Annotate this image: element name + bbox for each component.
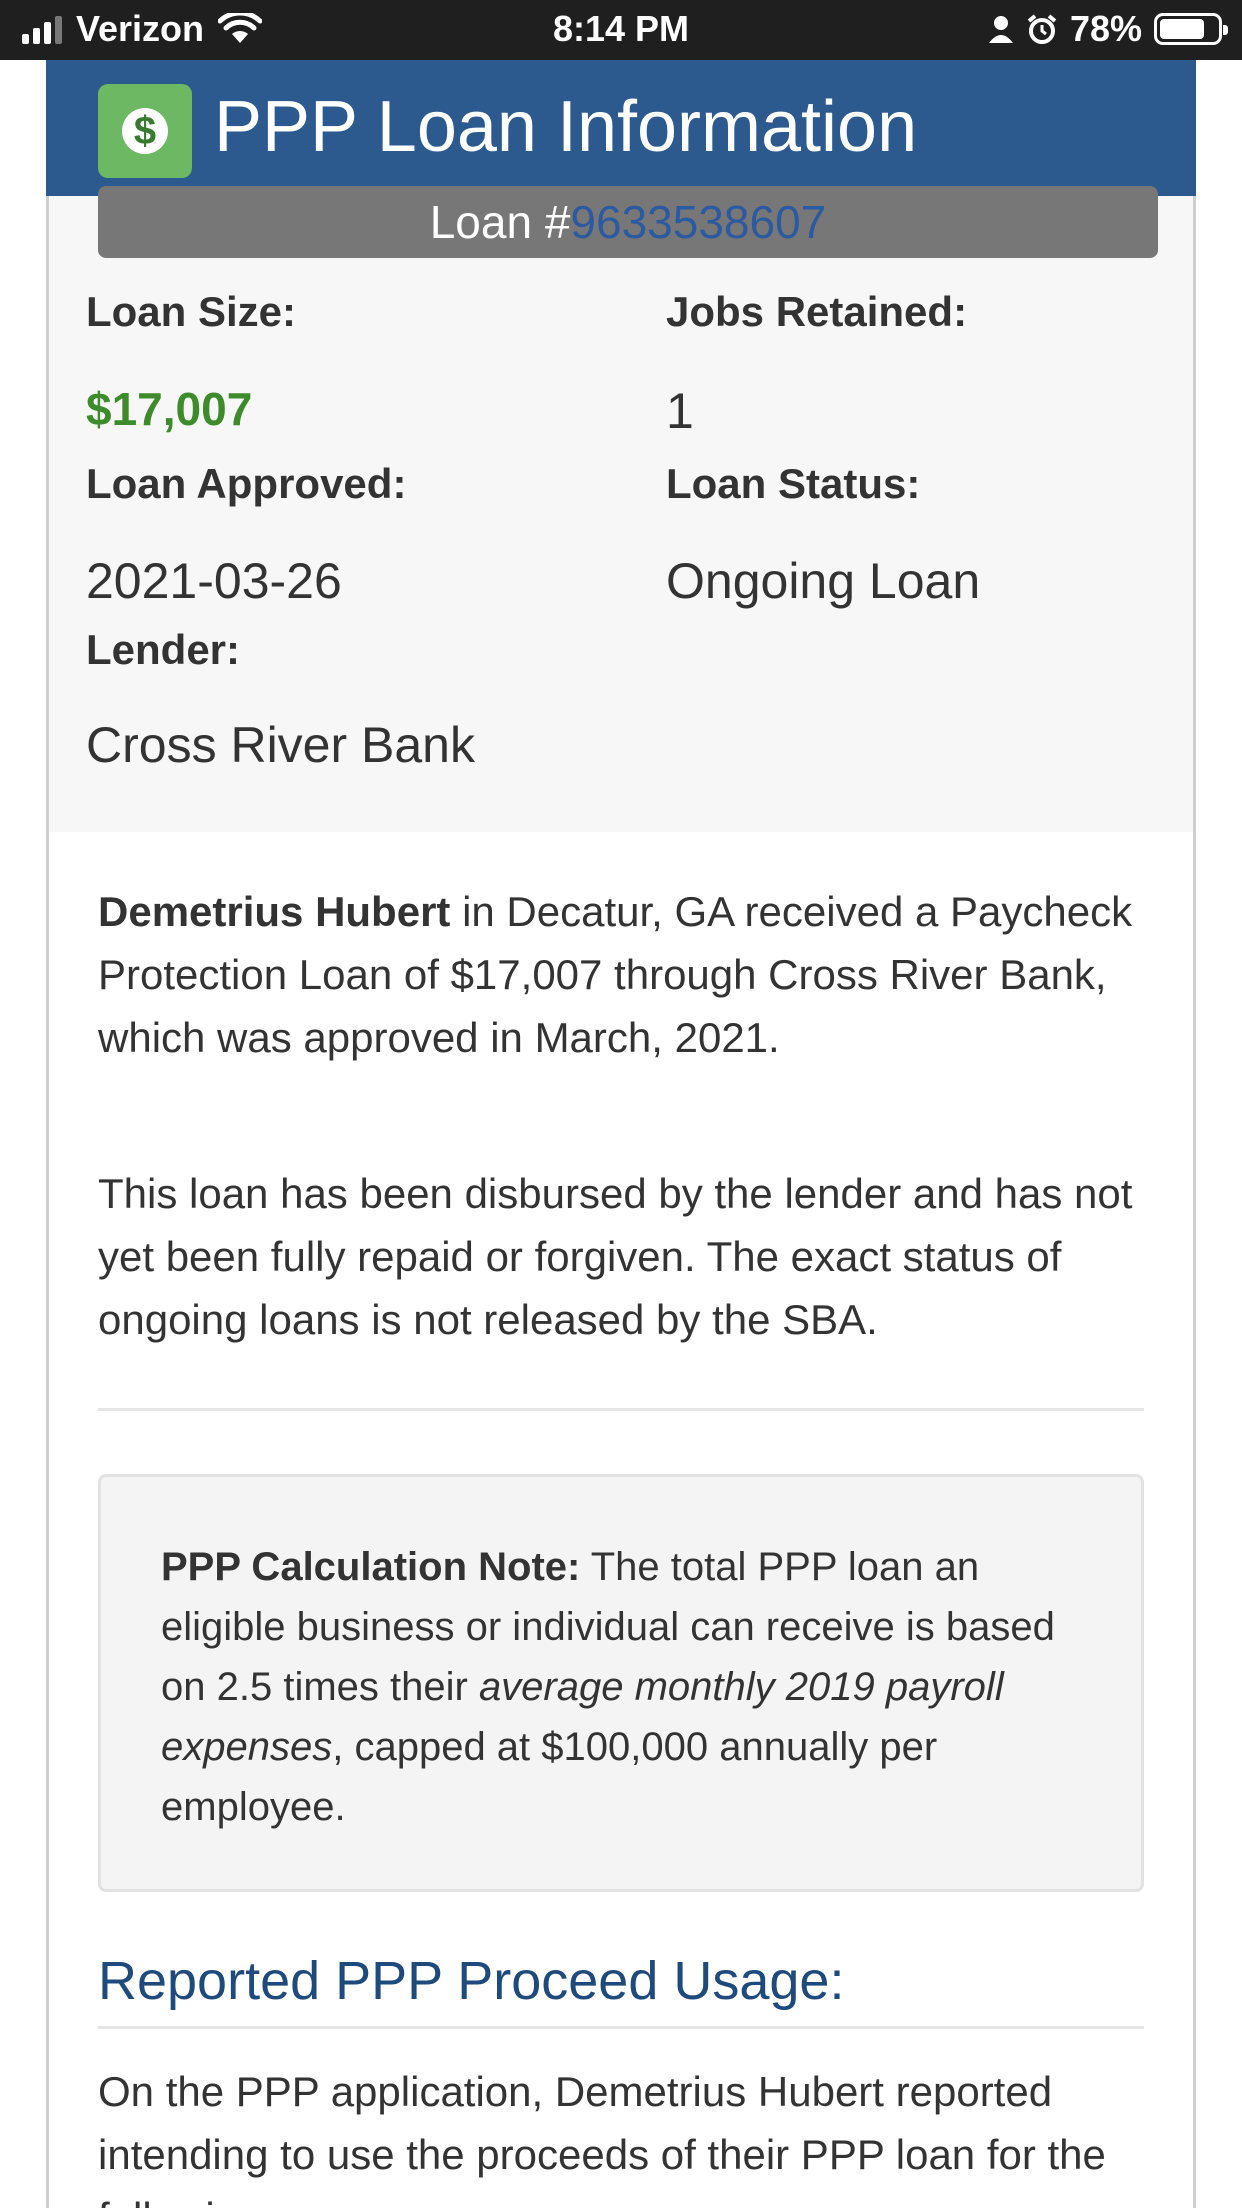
status-bar: Verizon 8:14 PM 78% [0,0,1242,60]
page-header: $ PPP Loan Information [46,60,1196,196]
dollar-icon: $ [98,84,192,178]
borrower-name: Demetrius Hubert [98,888,451,935]
battery-level [1160,19,1204,39]
alarm-icon [1027,14,1057,44]
loan-number-prefix: Loan # [429,196,571,248]
calculation-note: PPP Calculation Note: The total PPP loan… [161,1537,1101,1837]
jobs-retained-value: 1 [666,383,694,439]
person-icon [988,16,1013,43]
page-title: PPP Loan Information [214,87,918,167]
loan-number-bar: Loan #9633538607 [98,186,1158,258]
status-paragraph: This loan has been disbursed by the lend… [98,1170,1133,1343]
loan-status-value: Ongoing Loan [666,553,981,609]
status-right: 78% [988,8,1228,50]
divider [98,1408,1144,1411]
loan-size-value: $17,007 [86,383,253,435]
section-divider [98,2026,1144,2029]
loan-status-label: Loan Status: [666,460,921,507]
summary-paragraph: Demetrius Hubert in Decatur, GA received… [98,880,1158,1069]
lender-label: Lender: [86,626,241,673]
loan-approved-label: Loan Approved: [86,460,407,507]
loan-number-link[interactable]: 9633538607 [570,196,826,248]
loan-size-label: Loan Size: [86,288,297,335]
lender-value: Cross River Bank [86,717,475,773]
usage-section-title: Reported PPP Proceed Usage: [98,1951,845,2011]
jobs-retained-label: Jobs Retained: [666,288,968,335]
loan-approved-value: 2021-03-26 [86,553,342,609]
battery-percent: 78% [1069,8,1142,49]
calculation-note-box: PPP Calculation Note: The total PPP loan… [98,1474,1144,1892]
note-label: PPP Calculation Note: [161,1545,581,1589]
usage-intro: On the PPP application, Demetrius Hubert… [98,2068,1106,2208]
battery-icon [1154,13,1228,45]
